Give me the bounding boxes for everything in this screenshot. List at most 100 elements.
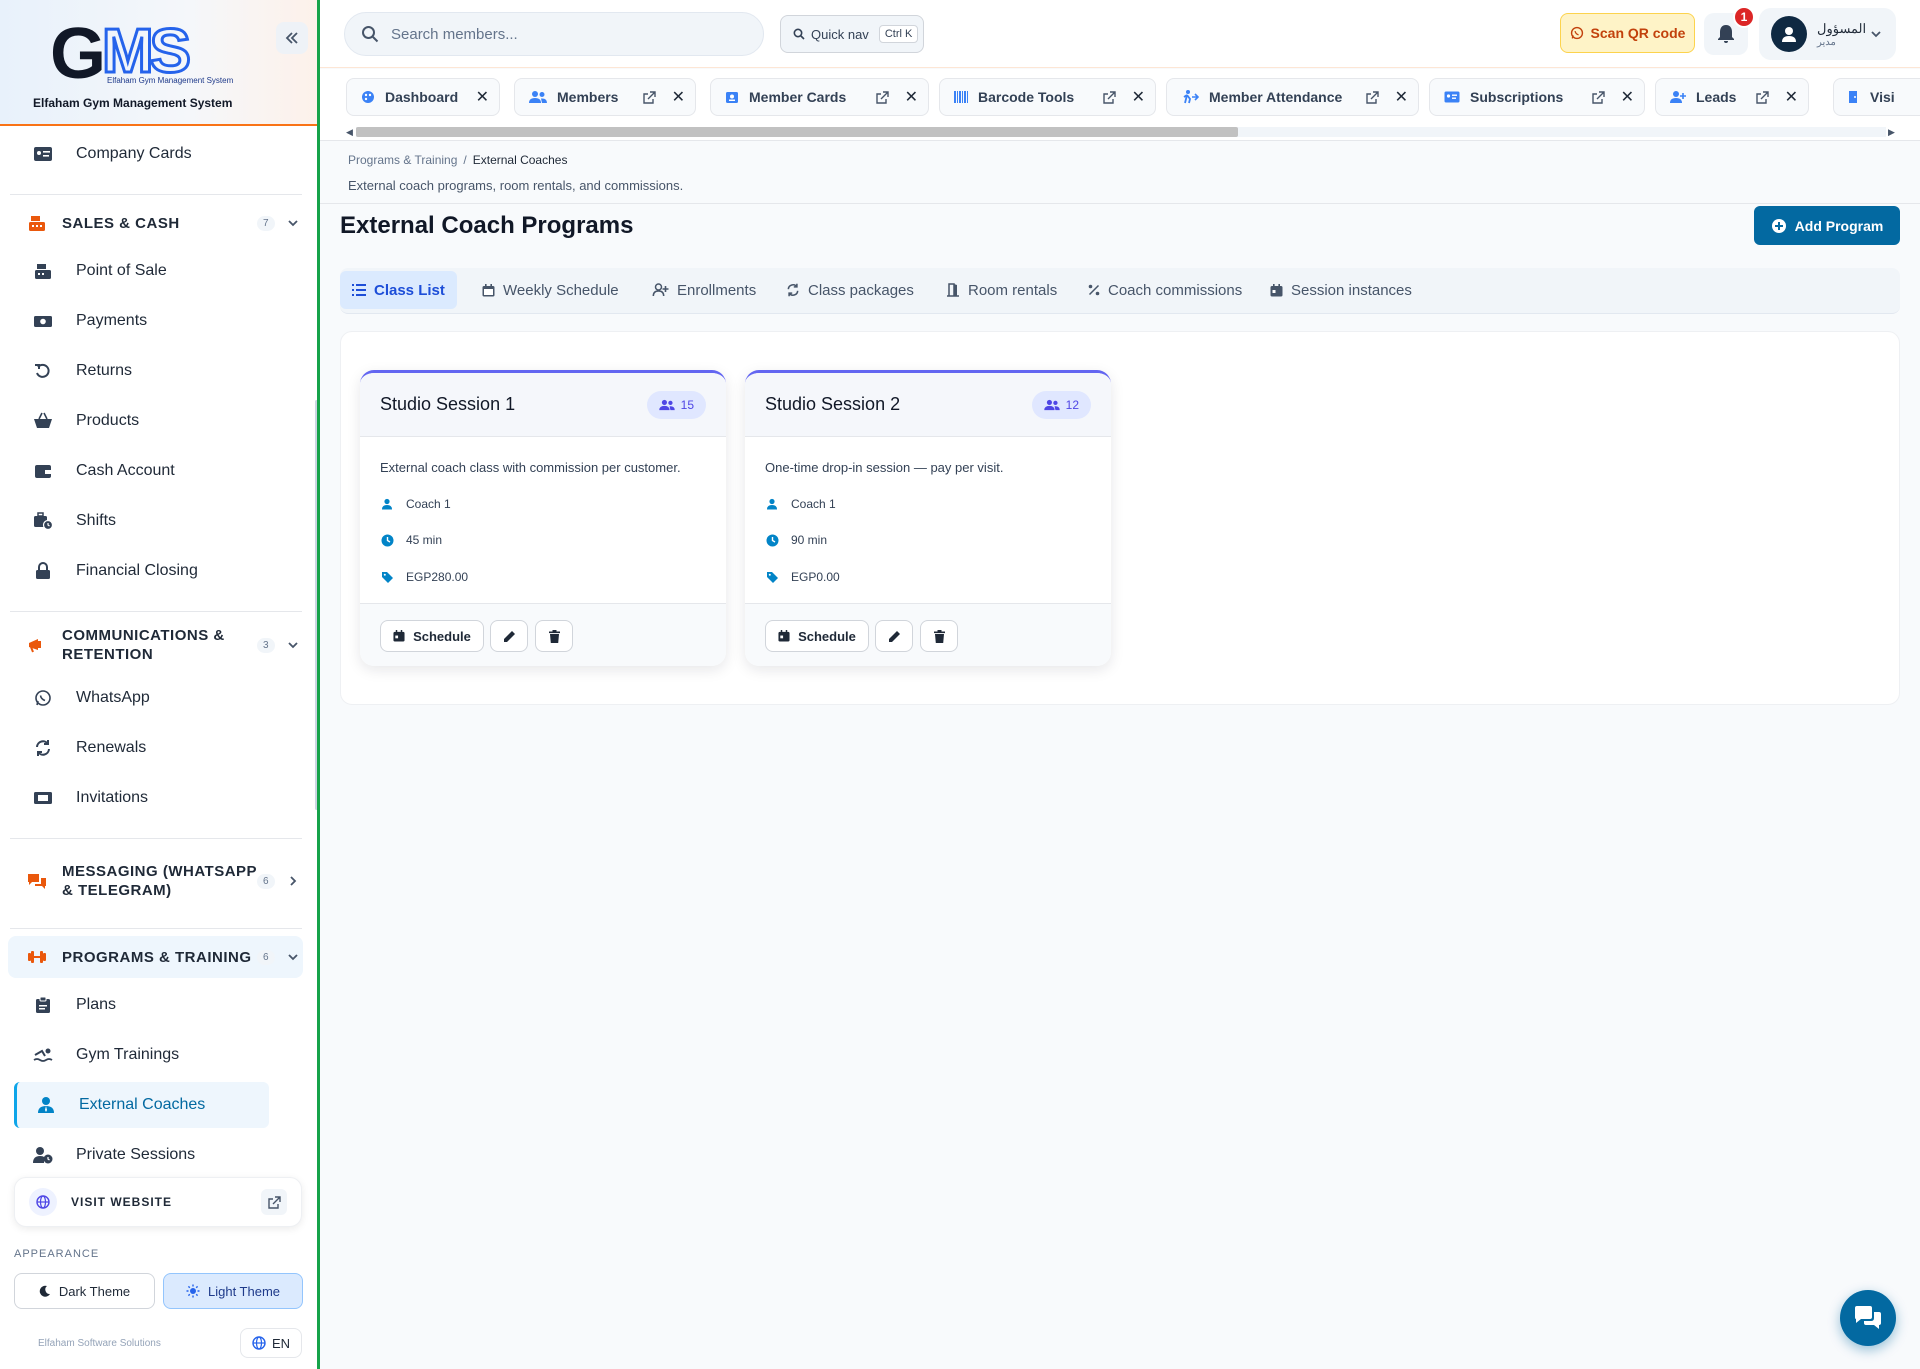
tab-class-list[interactable]: Class List (340, 271, 457, 309)
close-icon[interactable]: ✕ (1132, 87, 1145, 107)
sidebar-item-private-sessions[interactable]: Private Sessions (14, 1135, 269, 1175)
section-programs-training[interactable]: PROGRAMS & TRAINING 6 (8, 936, 303, 978)
external-link-icon[interactable] (875, 90, 889, 104)
sidebar-item-point-of-sale[interactable]: Point of Sale (14, 251, 269, 291)
svg-text:G: G (50, 16, 102, 86)
quick-nav-button[interactable]: Quick nav Ctrl K (780, 15, 924, 53)
search-input[interactable] (391, 25, 731, 43)
external-link-icon[interactable] (642, 90, 656, 104)
user-tie-icon (31, 1096, 61, 1114)
dark-theme-button[interactable]: Dark Theme (14, 1273, 155, 1309)
sidebar-item-invitations[interactable]: Invitations (14, 778, 269, 818)
tab-enrollments[interactable]: Enrollments (640, 271, 768, 309)
coach-row: Coach 1 (380, 497, 451, 511)
light-theme-button[interactable]: Light Theme (163, 1273, 303, 1309)
tab-visits[interactable]: Visi (1833, 78, 1920, 116)
language-switch-button[interactable]: EN (240, 1328, 302, 1358)
edit-button[interactable] (875, 620, 913, 652)
sidebar-item-financial-closing[interactable]: Financial Closing (14, 551, 269, 591)
calendar-day-icon (1270, 283, 1283, 297)
close-icon[interactable]: ✕ (1395, 87, 1408, 107)
section-sales-cash[interactable]: SALES & CASH 7 (8, 202, 303, 244)
user-plus-icon (1670, 90, 1686, 104)
coach-name: Coach 1 (406, 497, 451, 511)
business-time-icon (28, 512, 58, 530)
sidebar-item-renewals[interactable]: Renewals (14, 728, 269, 768)
tab-member-cards[interactable]: Member Cards ✕ (710, 78, 929, 116)
sidebar-item-returns[interactable]: Returns (14, 351, 269, 391)
close-icon[interactable]: ✕ (1621, 87, 1634, 107)
id-badge-icon (725, 90, 739, 104)
external-link-icon[interactable] (1755, 90, 1769, 104)
sidebar-item-external-coaches[interactable]: External Coaches (14, 1082, 269, 1128)
tab-barcode-tools[interactable]: Barcode Tools ✕ (939, 78, 1156, 116)
scrollbar-thumb[interactable] (356, 127, 1238, 137)
quick-nav-label: Quick nav (811, 26, 869, 42)
clock-icon (765, 534, 779, 547)
sidebar-item-whatsapp[interactable]: WhatsApp (14, 678, 269, 718)
add-program-button[interactable]: Add Program (1754, 206, 1900, 245)
tab-subscriptions[interactable]: Subscriptions ✕ (1429, 78, 1645, 116)
tab-coach-commissions[interactable]: Coach commissions (1076, 271, 1254, 309)
breadcrumb-parent[interactable]: Programs & Training (348, 153, 457, 167)
section-count-badge: 3 (256, 637, 275, 653)
sidebar: G MS Elfaham Gym Management System Elfah… (0, 0, 320, 1369)
close-icon[interactable]: ✕ (1785, 87, 1798, 107)
dumbbell-icon (22, 950, 52, 964)
edit-button[interactable] (490, 620, 528, 652)
money-bill-icon (28, 313, 58, 329)
duration-value: 45 min (406, 533, 443, 547)
tab-member-attendance[interactable]: Member Attendance ✕ (1166, 78, 1419, 116)
visit-website-button[interactable]: VISIT WEBSITE (14, 1177, 302, 1227)
section-label: COMMUNICATIONS & RETENTION (62, 627, 225, 663)
sidebar-item-company-cards[interactable]: Company Cards (14, 134, 269, 174)
schedule-button[interactable]: Schedule (765, 620, 869, 652)
tab-weekly-schedule[interactable]: Weekly Schedule (470, 271, 631, 309)
coach-row: Coach 1 (765, 497, 836, 511)
tab-room-rentals[interactable]: Room rentals (934, 271, 1069, 309)
tab-leads[interactable]: Leads ✕ (1655, 78, 1809, 116)
close-icon[interactable]: ✕ (672, 87, 685, 107)
collapse-sidebar-button[interactable] (276, 22, 308, 54)
tabs-horizontal-scrollbar[interactable]: ◀ ▶ (346, 125, 1896, 137)
sidebar-scrollbar[interactable] (315, 400, 317, 810)
external-link-icon[interactable] (1365, 90, 1379, 104)
external-link-icon[interactable] (1102, 90, 1116, 104)
scroll-left-arrow-icon[interactable]: ◀ (346, 127, 353, 138)
close-icon[interactable]: ✕ (905, 87, 918, 107)
external-link-icon[interactable] (1591, 90, 1605, 104)
user-menu[interactable]: المسؤول مدير (1759, 8, 1896, 60)
tab-members[interactable]: Members ✕ (514, 78, 696, 116)
price-value: EGP280.00 (406, 570, 469, 584)
card-actions: Schedule (360, 603, 726, 666)
scan-qr-button[interactable]: Scan QR code (1560, 13, 1695, 53)
chevron-down-icon (283, 639, 303, 651)
close-icon[interactable]: ✕ (476, 87, 489, 107)
calendar-icon (778, 630, 790, 642)
section-communications-retention[interactable]: COMMUNICATIONS & RETENTION 3 (8, 621, 303, 669)
double-chevron-left-icon (285, 32, 298, 44)
sidebar-item-label: Gym Trainings (76, 1046, 180, 1063)
logo-subtitle: Elfaham Gym Management System (107, 76, 234, 85)
sidebar-item-payments[interactable]: Payments (14, 301, 269, 341)
door-icon (1848, 90, 1860, 104)
walking-icon (1181, 90, 1199, 104)
sidebar-item-gym-trainings[interactable]: Gym Trainings (14, 1035, 269, 1075)
delete-button[interactable] (920, 620, 958, 652)
chat-button[interactable] (1840, 1290, 1896, 1346)
sun-icon (186, 1284, 200, 1298)
section-messaging[interactable]: MESSAGING (WHATSAPP & TELEGRAM) 6 (8, 849, 303, 913)
tab-session-instances[interactable]: Session instances (1258, 271, 1424, 309)
page-description: External coach programs, room rentals, a… (348, 178, 684, 193)
tab-dashboard[interactable]: Dashboard ✕ (346, 78, 500, 116)
search-bar[interactable] (344, 12, 764, 56)
tab-class-packages[interactable]: Class packages (774, 271, 926, 309)
sidebar-item-cash-account[interactable]: Cash Account (14, 451, 269, 491)
sidebar-item-plans[interactable]: Plans (14, 985, 269, 1025)
delete-button[interactable] (535, 620, 573, 652)
scroll-right-arrow-icon[interactable]: ▶ (1888, 127, 1895, 138)
sidebar-item-products[interactable]: Products (14, 401, 269, 441)
schedule-button[interactable]: Schedule (380, 620, 484, 652)
id-card-icon (1444, 91, 1460, 103)
sidebar-item-shifts[interactable]: Shifts (14, 501, 269, 541)
